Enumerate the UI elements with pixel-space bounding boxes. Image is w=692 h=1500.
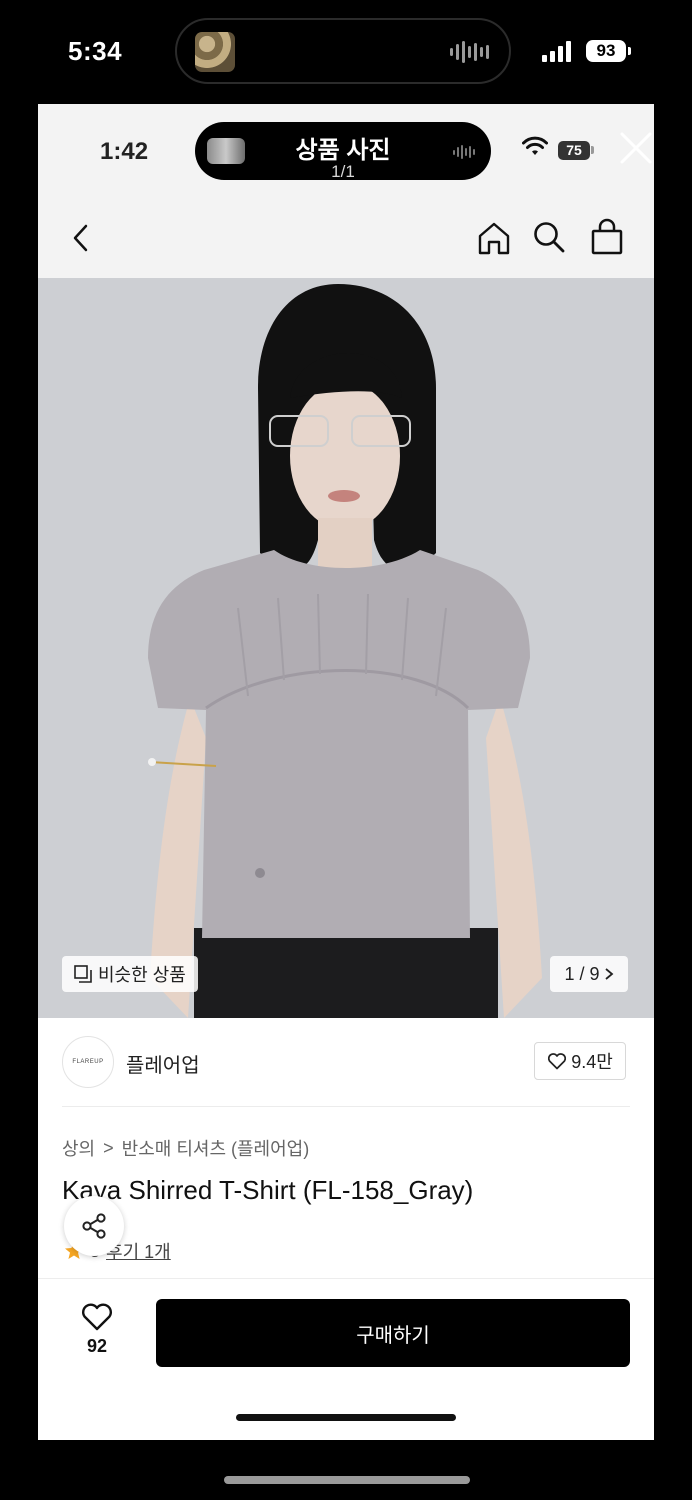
viewer-title: 상품 사진	[295, 137, 391, 164]
waveform-icon	[453, 144, 475, 160]
breadcrumb-separator: >	[103, 1137, 114, 1158]
buy-button[interactable]: 구매하기	[156, 1299, 630, 1367]
heart-icon	[82, 1303, 112, 1331]
divider	[62, 1106, 630, 1107]
outer-status-time: 5:34	[68, 36, 123, 66]
dynamic-island[interactable]	[175, 18, 511, 84]
inner-home-indicator	[236, 1414, 456, 1421]
battery-nub	[628, 47, 631, 55]
chevron-right-icon	[604, 968, 613, 980]
breadcrumb-category[interactable]: 상의	[62, 1135, 95, 1161]
brand-logo[interactable]: FLAREUP	[62, 1036, 114, 1088]
image-page-counter[interactable]: 1 / 9	[550, 956, 628, 992]
wifi-icon	[522, 136, 548, 155]
heart-icon	[548, 1053, 567, 1070]
viewer-counter: 1/1	[331, 162, 355, 181]
close-icon[interactable]	[618, 130, 654, 166]
image-page-counter-text: 1 / 9	[564, 963, 600, 984]
favorite-button[interactable]: 92	[80, 1302, 114, 1357]
inner-battery-indicator: 75	[558, 141, 590, 160]
brand-name[interactable]: 플레어업	[126, 1049, 200, 1078]
now-playing-thumbnail	[195, 32, 235, 72]
brand-like-button[interactable]: 9.4만	[534, 1042, 626, 1080]
divider	[38, 1278, 654, 1279]
brand-row[interactable]: FLAREUP 플레어업 9.4만	[62, 1036, 630, 1088]
product-image[interactable]: 비슷한 상품 1 / 9	[38, 278, 654, 1018]
home-icon[interactable]	[476, 220, 512, 256]
brand-like-count: 9.4만	[571, 1052, 613, 1072]
inner-battery-nub	[591, 146, 594, 154]
cellular-signal-icon	[542, 40, 571, 62]
inner-status-time: 1:42	[100, 138, 149, 165]
photo-viewer-header: 상품 사진 1/1	[195, 122, 491, 181]
breadcrumb-subcategory[interactable]: 반소매 티셔츠 (플레어업)	[122, 1135, 310, 1161]
model-photo-illustration	[38, 278, 654, 1018]
search-icon[interactable]	[532, 220, 566, 254]
home-indicator[interactable]	[224, 1476, 470, 1484]
shopping-bag-icon[interactable]	[590, 218, 624, 256]
similar-products-label: 비슷한 상품	[98, 965, 186, 985]
favorite-count: 92	[86, 1336, 108, 1356]
breadcrumb: 상의 > 반소매 티셔츠 (플레어업)	[62, 1135, 309, 1161]
similar-products-button[interactable]: 비슷한 상품	[62, 956, 198, 992]
app-screen: 1:42 상품 사진 1/1 75 비슷한 상품 1 / 9 FLAREUP 플…	[38, 104, 654, 1440]
share-icon	[82, 1213, 106, 1239]
battery-indicator: 93	[586, 40, 626, 62]
copy-icon	[74, 965, 92, 983]
back-arrow-icon[interactable]	[68, 222, 96, 254]
share-button[interactable]	[64, 1196, 124, 1256]
audio-waveform-icon	[450, 40, 489, 64]
product-title: Kaya Shirred T-Shirt (FL-158_Gray)	[62, 1175, 474, 1205]
